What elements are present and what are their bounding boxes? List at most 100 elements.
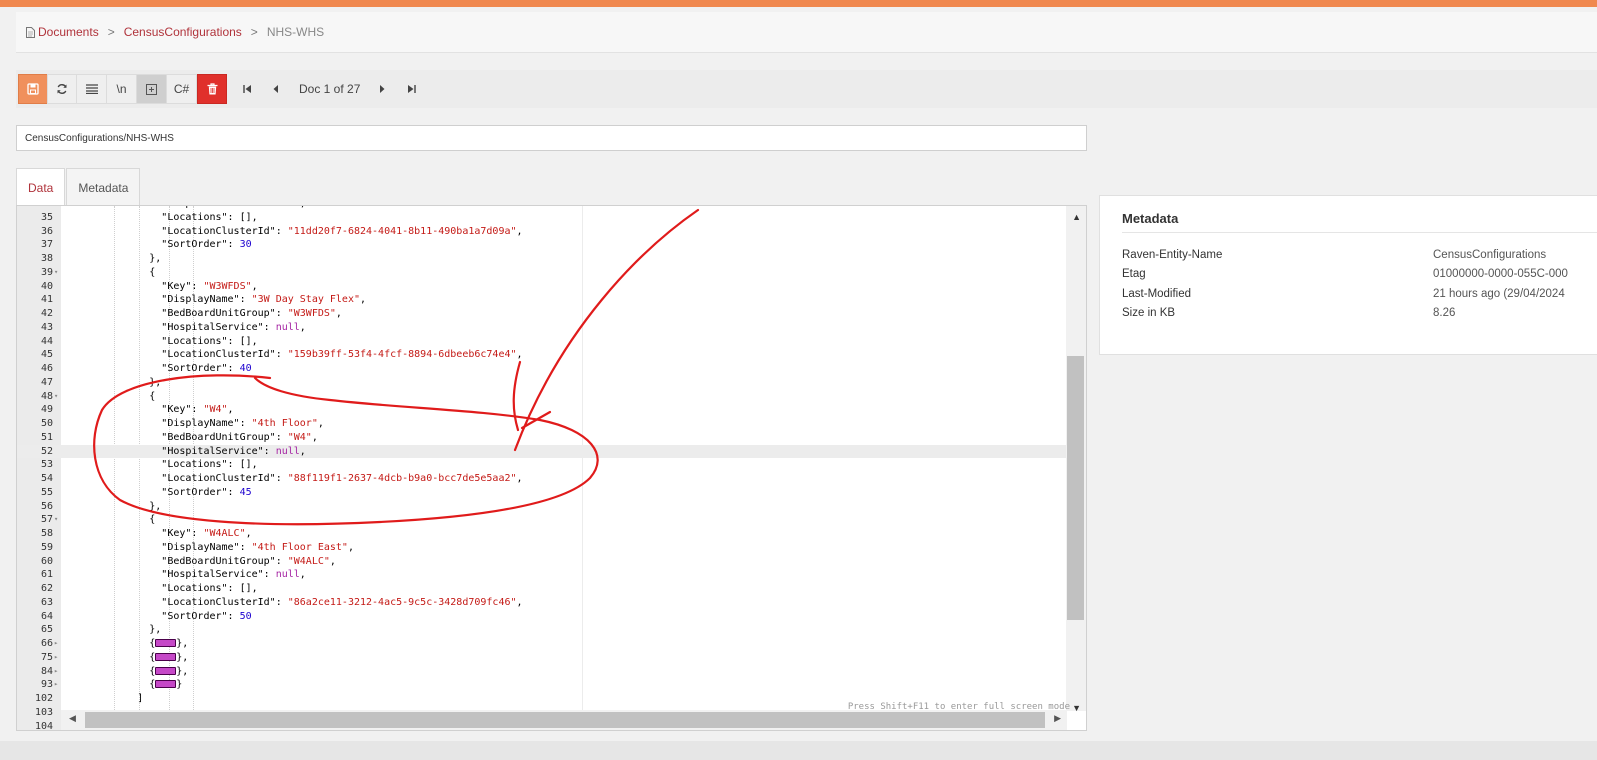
vertical-scroll-thumb[interactable] (1067, 356, 1084, 620)
line-number: 47 (40, 376, 53, 388)
scroll-right-icon[interactable]: ▶ (1054, 713, 1061, 724)
breadcrumb-documents[interactable]: Documents (38, 25, 99, 39)
last-doc-button[interactable] (396, 74, 427, 104)
toggle-newlines-button[interactable]: \n (106, 74, 137, 104)
tab-data[interactable]: Data (16, 168, 66, 206)
previous-doc-button[interactable] (261, 74, 291, 104)
code-line[interactable]: 39 ▾ { (17, 266, 1067, 280)
code-text: "Key": "W4ALC", (161, 528, 252, 539)
breadcrumb-current: NHS-WHS (266, 25, 325, 39)
toggle-outline-button[interactable] (136, 74, 167, 104)
line-number: 52 (40, 445, 53, 457)
refresh-button[interactable] (47, 74, 77, 104)
save-button[interactable] (18, 74, 48, 104)
code-line[interactable]: 43 "HospitalService": null, (17, 321, 1067, 335)
document-tabs: Data Metadata (16, 168, 141, 206)
code-line[interactable]: 42 "BedBoardUnitGroup": "W3WFDS", (17, 307, 1067, 321)
fold-toggle-icon[interactable]: ▾ (54, 390, 58, 404)
code-line[interactable]: 49 "Key": "W4", (17, 403, 1067, 417)
fold-toggle-icon[interactable]: ▸ (54, 665, 58, 679)
folded-block-marker[interactable] (155, 666, 177, 675)
breadcrumb: Documents > CensusConfigurations > NHS-W… (16, 12, 1597, 53)
code-line[interactable]: 54 "LocationClusterId": "88f119f1-2637-4… (17, 472, 1067, 486)
fold-toggle-icon[interactable]: ▸ (54, 637, 58, 651)
code-line[interactable]: 60 "BedBoardUnitGroup": "W4ALC", (17, 555, 1067, 569)
code-text: "Locations": [], (161, 211, 258, 223)
format-button[interactable] (76, 74, 107, 104)
chevron-right-icon (380, 85, 385, 93)
breadcrumb-separator: > (250, 25, 258, 39)
line-number: 48 (40, 390, 53, 402)
code-line[interactable]: 84 ▸ {}, (17, 665, 1067, 679)
chevron-left-icon (273, 85, 278, 93)
scroll-down-icon[interactable]: ▼ (1072, 703, 1081, 713)
breadcrumb-collection[interactable]: CensusConfigurations (124, 25, 242, 39)
code-text: {} (77, 679, 183, 691)
metadata-value: 21 hours ago (29/04/2024 (1433, 288, 1565, 300)
code-text: "Locations": [], (161, 335, 258, 347)
folded-block-marker[interactable] (155, 639, 177, 647)
code-line[interactable]: 65 }, (17, 623, 1067, 637)
code-text: "LocationClusterId": "86a2ce11-3212-4ac5… (161, 596, 523, 608)
code-line[interactable]: 55 "SortOrder": 45 (17, 486, 1067, 500)
code-line[interactable]: 57 ▾ { (17, 513, 1067, 527)
fold-toggle-icon[interactable]: ▾ (54, 513, 58, 527)
tab-metadata[interactable]: Metadata (66, 168, 141, 206)
code-line[interactable]: 46 "SortOrder": 40 (17, 362, 1067, 376)
code-line[interactable]: 47 }, (17, 376, 1067, 390)
document-id-input[interactable] (16, 125, 1087, 151)
code-line[interactable]: 48 ▾ { (17, 390, 1067, 404)
code-line[interactable]: 51 "BedBoardUnitGroup": "W4", (17, 431, 1067, 445)
fold-toggle-icon[interactable]: ▸ (54, 678, 58, 692)
line-number: 103 (34, 706, 53, 718)
vertical-scrollbar[interactable]: ▲ ▼ (1066, 206, 1086, 713)
code-text: "SortOrder": 50 (161, 610, 252, 622)
code-line[interactable]: 66 ▸ {}, (17, 637, 1067, 651)
next-doc-button[interactable] (367, 74, 398, 104)
code-line[interactable]: 93 ▸ {} (17, 678, 1067, 692)
code-text: "SortOrder": 40 (161, 363, 252, 374)
code-text: { (77, 390, 156, 402)
code-text: }, (77, 253, 162, 264)
code-line[interactable]: 38 }, (17, 252, 1067, 266)
code-line[interactable]: 62 "Locations": [], (17, 582, 1067, 596)
code-line[interactable]: 44 "Locations": [], (17, 335, 1067, 349)
code-line[interactable]: 41 "DisplayName": "3W Day Stay Flex", (17, 293, 1067, 307)
generate-csharp-button[interactable]: C# (166, 74, 197, 104)
code-line[interactable]: 35 "Locations": [], (17, 211, 1067, 225)
metadata-row: Size in KB 8.26 (1122, 307, 1597, 323)
scroll-left-icon[interactable]: ◀ (69, 713, 76, 724)
code-text: { (77, 266, 156, 278)
fold-toggle-icon[interactable]: ▸ (54, 651, 58, 665)
code-line[interactable]: 37 "SortOrder": 30 (17, 238, 1067, 252)
code-line[interactable]: 53 "Locations": [], (17, 458, 1067, 472)
delete-button[interactable] (197, 74, 227, 104)
code-line[interactable]: 64 "SortOrder": 50 (17, 610, 1067, 624)
fold-toggle-icon[interactable]: ▾ (54, 266, 58, 280)
code-line[interactable]: 63 "LocationClusterId": "86a2ce11-3212-4… (17, 596, 1067, 610)
horizontal-scrollbar[interactable]: ◀ ▶ (61, 710, 1067, 730)
code-line[interactable]: 45 "LocationClusterId": "159b39ff-53f4-4… (17, 348, 1067, 362)
code-line[interactable]: 52 "HospitalService": null, (17, 444, 1067, 459)
code-line[interactable]: 59 "DisplayName": "4th Floor East", (17, 541, 1067, 555)
code-line[interactable]: 75 ▸ {}, (17, 651, 1067, 665)
code-text: { (77, 514, 156, 526)
code-line[interactable]: 61 "HospitalService": null, (17, 568, 1067, 582)
code-line[interactable]: 40 "Key": "W3WFDS", (17, 280, 1067, 294)
line-number: 54 (40, 473, 53, 484)
json-editor[interactable]: 34 "HospitalService": null,35 "Locations… (16, 205, 1087, 731)
first-doc-button[interactable] (232, 74, 262, 104)
code-line[interactable]: 56 }, (17, 500, 1067, 514)
line-number: 40 (40, 280, 53, 292)
line-number: 58 (40, 528, 53, 539)
code-line[interactable]: 36 "LocationClusterId": "11dd20f7-6824-4… (17, 225, 1067, 239)
scroll-up-icon[interactable]: ▲ (1072, 212, 1081, 222)
line-number: 61 (40, 569, 53, 581)
line-number: 38 (40, 253, 53, 264)
folded-block-marker[interactable] (155, 680, 177, 689)
line-number: 60 (40, 555, 53, 567)
horizontal-scroll-thumb[interactable] (85, 712, 1045, 728)
code-line[interactable]: 50 "DisplayName": "4th Floor", (17, 417, 1067, 431)
folded-block-marker[interactable] (155, 652, 177, 661)
code-line[interactable]: 58 "Key": "W4ALC", (17, 527, 1067, 541)
